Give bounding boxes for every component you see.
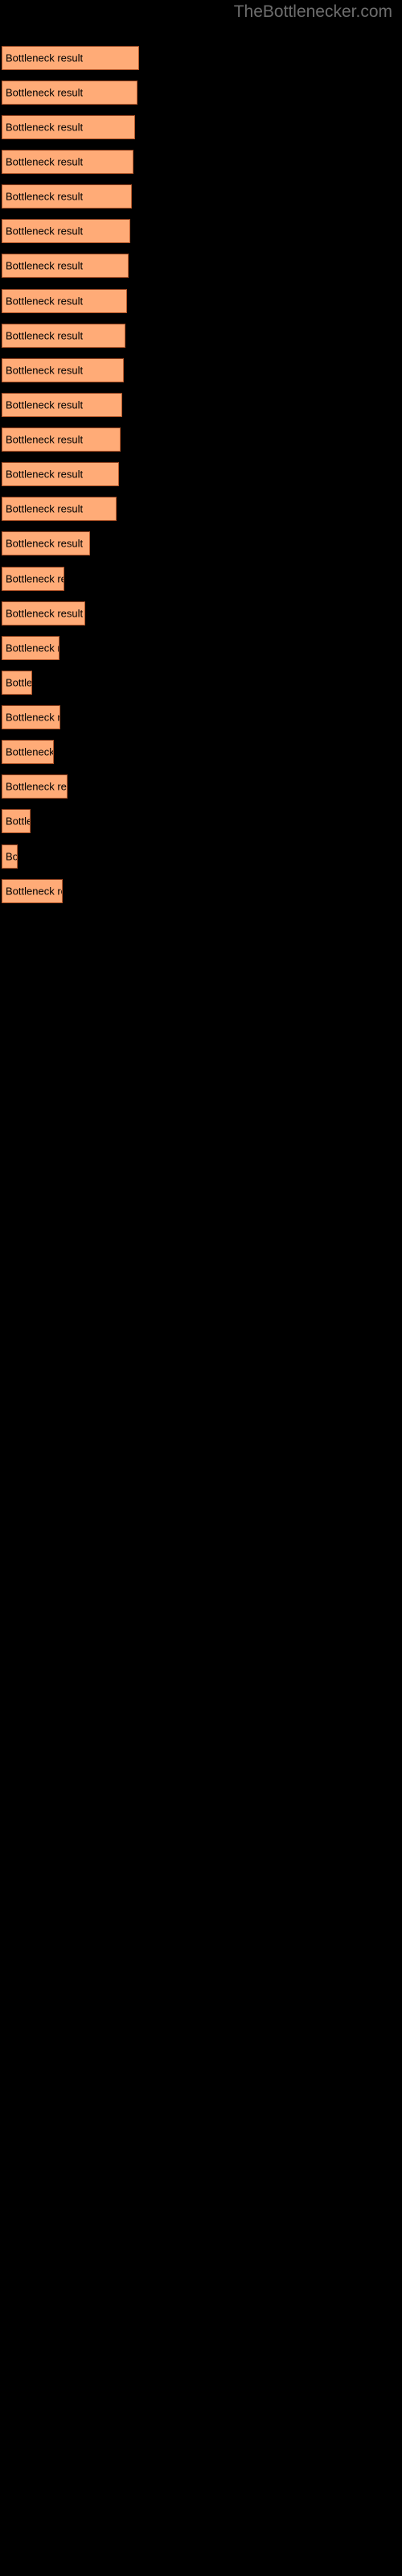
chart-bar: Bottleneck result [2,46,139,70]
chart-bar-label: Bottleneck result [6,502,84,515]
chart-bar-label: Bottleneck result [6,815,30,828]
chart-bar: Bottleneck result [2,80,137,105]
chart-bar-label: Bottleneck result [6,642,59,654]
chart-bar-label: Bottleneck result [6,329,84,342]
chart-bar-label: Bottleneck result [6,398,84,411]
chart-canvas: TheBottlenecker.com Bottleneck result Bot… [0,0,402,2576]
chart-bar: Bottleneck result [2,184,132,208]
chart-bar: Bottleneck result [2,497,117,521]
chart-bar-label: Bottleneck result [6,676,32,689]
chart-bar: Bottleneck result [2,324,125,348]
chart-bar-label: Bottleneck result [6,259,84,272]
chart-bar-label: Bottleneck result [6,225,84,237]
chart-bar: Bottleneck result [2,567,64,591]
chart-bar-label: Bottleneck result [6,745,54,758]
chart-bar: Bottleneck result [2,705,60,729]
chart-bar: Bottleneck result [2,740,54,764]
chart-bar-label: Bottleneck result [6,850,18,863]
chart-bar-label: Bottleneck result [6,190,84,203]
chart-bar-label: Bottleneck result [6,121,84,134]
chart-bar: Bottleneck result [2,219,130,243]
chart-bar-label: Bottleneck result [6,780,67,793]
chart-bar: Bottleneck result [2,115,135,139]
chart-bar: Bottleneck result [2,879,63,903]
chart-bar: Bottleneck result [2,462,119,486]
bar-series: Bottleneck result Bottleneck result Bottle… [0,0,402,2576]
chart-bar: Bottleneck result [2,774,68,799]
chart-bar-label: Bottleneck result [6,885,62,898]
chart-bar: Bottleneck result [2,531,90,555]
chart-bar-label: Bottleneck result [6,155,84,168]
chart-bar-label: Bottleneck result [6,364,84,377]
chart-bar: Bottleneck result [2,601,85,625]
chart-bar-label: Bottleneck result [6,572,64,585]
chart-bar: Bottleneck result [2,289,127,313]
chart-bar-label: Bottleneck result [6,86,84,99]
chart-bar: Bottleneck result [2,636,59,660]
chart-bar: Bottleneck result [2,427,121,452]
chart-bar-label: Bottleneck result [6,433,84,446]
chart-bar-label: Bottleneck result [6,711,59,724]
chart-bar-label: Bottleneck result [6,537,84,550]
chart-bar: Bottleneck result [2,393,122,417]
chart-bar-label: Bottleneck result [6,607,84,620]
chart-bar: Bottleneck result [2,809,31,833]
chart-bar: Bottleneck result [2,671,32,695]
chart-bar-label: Bottleneck result [6,295,84,308]
chart-bar-label: Bottleneck result [6,52,84,64]
chart-bar: Bottleneck result [2,150,133,174]
chart-bar: Bottleneck result [2,254,129,278]
chart-bar-label: Bottleneck result [6,468,84,481]
chart-bar: Bottleneck result [2,844,18,869]
chart-bar: Bottleneck result [2,358,124,382]
